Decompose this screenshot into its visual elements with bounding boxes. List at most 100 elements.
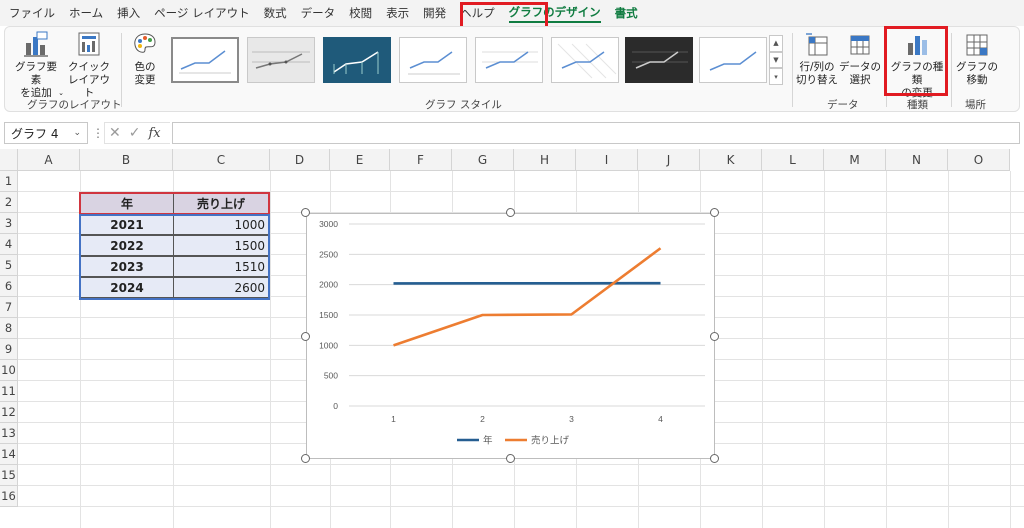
- column-header[interactable]: F: [390, 149, 452, 171]
- column-header[interactable]: C: [173, 149, 270, 171]
- insert-function-icon[interactable]: fx: [148, 126, 160, 141]
- resize-handle-bottom[interactable]: [506, 454, 515, 463]
- chart-style-6[interactable]: [551, 37, 619, 83]
- chart-style-preview: [709, 51, 757, 71]
- column-header[interactable]: G: [452, 149, 514, 171]
- tab-view[interactable]: 表示: [386, 5, 409, 21]
- tab-data[interactable]: データ: [301, 5, 336, 21]
- switch-row-column-button[interactable]: 行/列の 切り替え: [796, 31, 838, 87]
- chart-element-icon: [24, 31, 48, 57]
- tab-file[interactable]: ファイル: [9, 5, 55, 21]
- add-chart-element-button[interactable]: グラフ要素 を追加 ⌄: [11, 31, 64, 100]
- chart-style-8[interactable]: [699, 37, 767, 83]
- select-data-button[interactable]: データの 選択: [838, 31, 882, 87]
- more-options-icon[interactable]: ⋮: [92, 126, 104, 140]
- table-header-sales[interactable]: 売り上げ: [173, 193, 269, 214]
- gallery-scroll-down-icon[interactable]: ▼: [769, 51, 783, 69]
- tab-formulas[interactable]: 数式: [264, 5, 287, 21]
- row-header[interactable]: 3: [0, 213, 18, 234]
- table-cell-sales[interactable]: 1500: [173, 235, 269, 256]
- row-header[interactable]: 2: [0, 192, 18, 213]
- row-header[interactable]: 11: [0, 381, 18, 402]
- ribbon-separator: [121, 33, 122, 107]
- chart-style-preview: [333, 51, 379, 74]
- name-box[interactable]: グラフ 4 ⌄: [4, 122, 88, 144]
- chart-style-1[interactable]: [171, 37, 239, 83]
- table-cell-year[interactable]: 2022: [80, 235, 174, 256]
- column-header[interactable]: A: [18, 149, 80, 171]
- row-header[interactable]: 1: [0, 171, 18, 192]
- row-header[interactable]: 12: [0, 402, 18, 423]
- resize-handle-top-right[interactable]: [710, 208, 719, 217]
- tab-page-layout[interactable]: ページ レイアウト: [154, 5, 249, 21]
- gridline: [18, 485, 1024, 486]
- change-colors-button[interactable]: 色の 変更: [123, 31, 167, 87]
- resize-handle-top[interactable]: [506, 208, 515, 217]
- line-chart[interactable]: 0 500 1000 1500 2000 2500 3000 1 2 3 4 年 売り上げ: [306, 213, 715, 459]
- tab-developer[interactable]: 開発: [423, 5, 446, 21]
- y-tick-label: 0: [333, 401, 338, 411]
- resize-handle-bottom-left[interactable]: [301, 454, 310, 463]
- y-tick-label: 2500: [319, 249, 338, 259]
- row-header[interactable]: 15: [0, 465, 18, 486]
- cancel-icon[interactable]: ✕: [109, 125, 121, 141]
- resize-handle-bottom-right[interactable]: [710, 454, 719, 463]
- column-header[interactable]: D: [270, 149, 330, 171]
- formula-input[interactable]: [172, 122, 1020, 144]
- column-header[interactable]: E: [330, 149, 390, 171]
- table-header-year[interactable]: 年: [80, 193, 174, 214]
- column-header[interactable]: J: [638, 149, 700, 171]
- select-all-corner[interactable]: [0, 149, 18, 171]
- row-header[interactable]: 7: [0, 297, 18, 318]
- column-header[interactable]: O: [948, 149, 1010, 171]
- row-header[interactable]: 9: [0, 339, 18, 360]
- tab-review[interactable]: 校閲: [349, 5, 372, 21]
- move-chart-button[interactable]: グラフの 移動: [955, 31, 999, 87]
- row-header[interactable]: 14: [0, 444, 18, 465]
- row-header[interactable]: 13: [0, 423, 18, 444]
- column-header[interactable]: I: [576, 149, 638, 171]
- tab-home[interactable]: ホーム: [69, 5, 103, 21]
- table-cell-sales[interactable]: 1510: [173, 256, 269, 277]
- tab-format[interactable]: 書式: [615, 5, 638, 21]
- column-header[interactable]: B: [80, 149, 173, 171]
- row-header[interactable]: 16: [0, 486, 18, 507]
- move-chart-label-2: 移動: [966, 74, 988, 86]
- gallery-scroll-up-icon[interactable]: ▲: [769, 35, 783, 52]
- chart-style-7[interactable]: [625, 37, 693, 83]
- column-header[interactable]: K: [700, 149, 762, 171]
- worksheet-grid[interactable]: ABCDEFGHIJKLMNO 1 2 3 4 5 6 7 8 9 10 11 12 13 14 15 16 …: [0, 149, 1024, 528]
- column-header[interactable]: H: [514, 149, 576, 171]
- change-colors-label-2: 変更: [134, 74, 156, 86]
- gridline: [762, 171, 763, 528]
- table-cell-year[interactable]: 2023: [80, 256, 174, 277]
- row-header[interactable]: 4: [0, 234, 18, 255]
- quick-layout-button[interactable]: クイック レイアウト: [63, 31, 115, 100]
- gallery-more-icon[interactable]: ▾: [769, 68, 783, 86]
- enter-icon[interactable]: ✓: [129, 125, 141, 141]
- chart-style-3[interactable]: [323, 37, 391, 83]
- column-header[interactable]: M: [824, 149, 886, 171]
- formula-controls: ✕ ✓ fx: [104, 122, 170, 144]
- tab-insert[interactable]: 挿入: [117, 5, 140, 21]
- resize-handle-right[interactable]: [710, 332, 719, 341]
- chart-design-tab-highlight: [460, 2, 548, 29]
- resize-handle-left[interactable]: [301, 332, 310, 341]
- row-header[interactable]: 6: [0, 276, 18, 297]
- row-header[interactable]: 10: [0, 360, 18, 381]
- column-header[interactable]: N: [886, 149, 948, 171]
- row-header[interactable]: 8: [0, 318, 18, 339]
- table-cell-sales[interactable]: 2600: [173, 277, 269, 298]
- select-data-icon: [850, 35, 870, 55]
- resize-handle-top-left[interactable]: [301, 208, 310, 217]
- column-header[interactable]: L: [762, 149, 824, 171]
- row-header[interactable]: 5: [0, 255, 18, 276]
- chart-style-4[interactable]: [399, 37, 467, 83]
- y-tick-label: 1000: [319, 340, 338, 350]
- gridline: [886, 171, 887, 528]
- chart-style-2[interactable]: [247, 37, 315, 83]
- chart-style-5[interactable]: [475, 37, 543, 83]
- table-cell-year[interactable]: 2021: [80, 214, 174, 235]
- table-cell-year[interactable]: 2024: [80, 277, 174, 298]
- table-cell-sales[interactable]: 1000: [173, 214, 269, 235]
